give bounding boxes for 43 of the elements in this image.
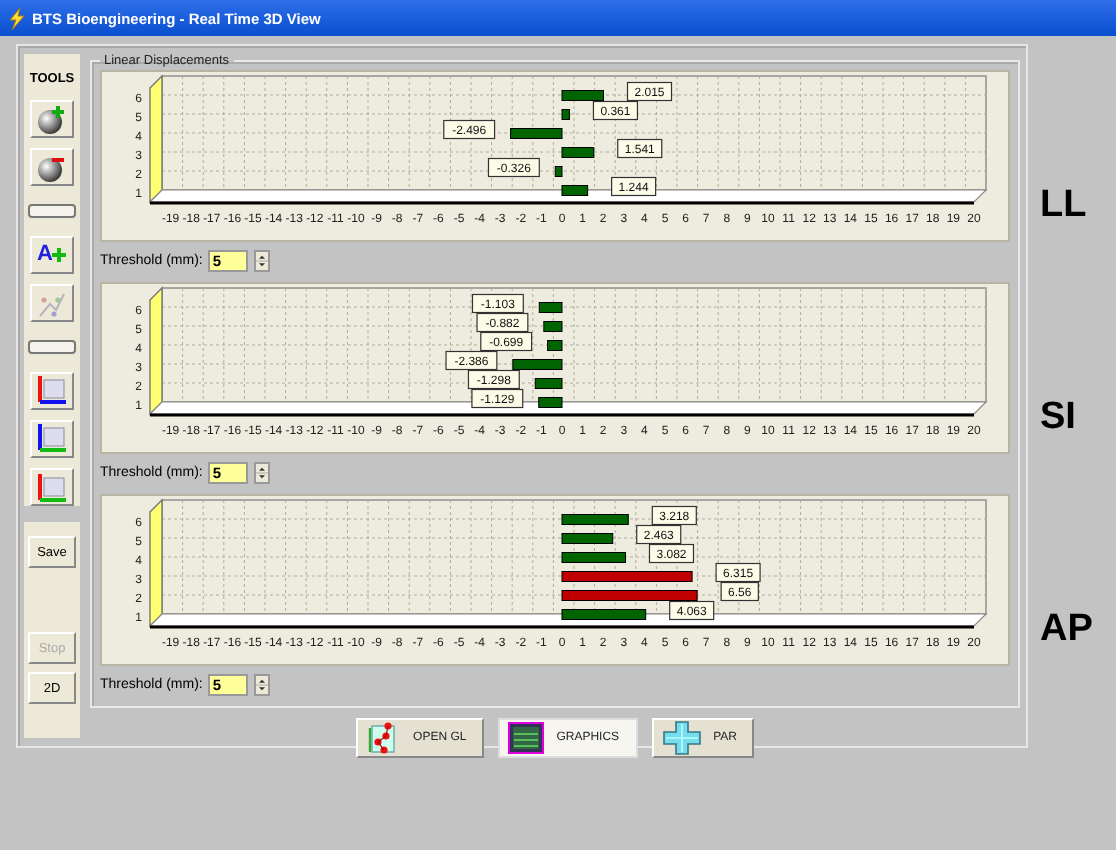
bar	[512, 359, 563, 370]
spinner-control[interactable]	[254, 673, 271, 695]
bar	[538, 302, 563, 313]
axis-name: LL	[1040, 184, 1087, 228]
bar	[554, 166, 563, 177]
side-wall	[149, 74, 163, 204]
axes-icon	[36, 471, 68, 503]
spinner-control[interactable]	[254, 249, 271, 271]
cross-icon	[661, 720, 702, 756]
tool-button[interactable]	[30, 148, 74, 187]
bar	[561, 185, 589, 196]
bar	[538, 397, 563, 408]
tool-button[interactable]: A	[30, 235, 74, 274]
bar	[561, 109, 570, 120]
tool-button[interactable]	[30, 371, 74, 410]
bar	[534, 378, 563, 389]
toolbar-separator	[28, 340, 76, 354]
bar	[561, 514, 629, 525]
axes-icon	[36, 422, 68, 455]
bar	[561, 533, 614, 544]
plus-icon	[52, 247, 67, 262]
bar	[561, 90, 604, 101]
bar	[561, 609, 647, 620]
bar	[510, 128, 563, 139]
bar	[547, 340, 563, 351]
bar	[561, 571, 693, 582]
axis-name: SI	[1040, 396, 1076, 440]
side-wall	[149, 286, 163, 416]
tool-button[interactable]	[30, 467, 74, 507]
side-wall	[149, 498, 163, 628]
monitor-icon	[508, 722, 545, 754]
tool-button[interactable]	[30, 100, 74, 139]
axis-name: AP	[1040, 608, 1093, 652]
bar	[543, 321, 563, 332]
app-icon	[8, 7, 26, 29]
tool-button[interactable]	[30, 419, 74, 458]
bar	[561, 590, 698, 601]
sphere-plus-icon	[36, 103, 68, 136]
spinner-control[interactable]	[254, 461, 271, 483]
axes-icon	[36, 374, 68, 407]
toolbar-separator	[28, 204, 76, 218]
bar	[561, 147, 595, 158]
bar	[561, 552, 626, 563]
